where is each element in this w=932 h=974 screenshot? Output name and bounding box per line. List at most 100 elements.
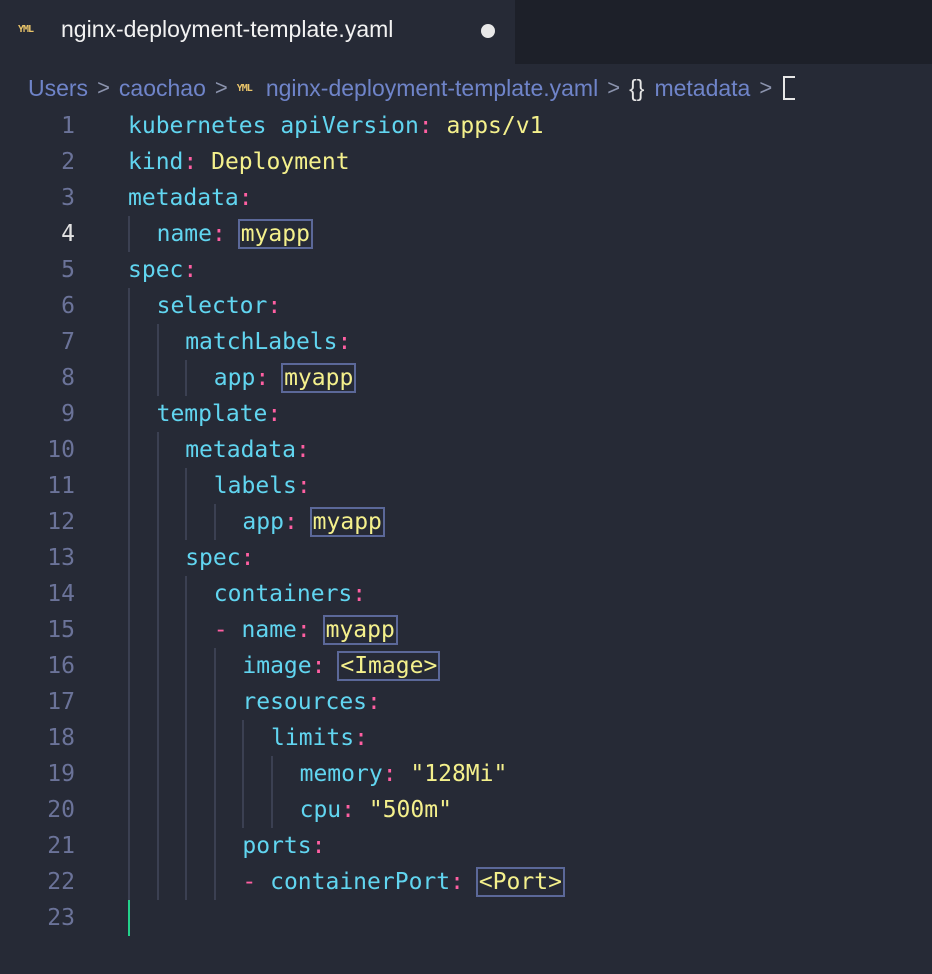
yaml-file-icon: YML [236,82,253,94]
code-line[interactable]: 9 template: [0,396,932,432]
code-line[interactable]: 1 kubernetes apiVersion: apps/v1 [0,108,932,144]
colon: : [450,869,464,895]
code-line[interactable]: 17 resources: [0,684,932,720]
code-line[interactable]: 15 - name: myapp [0,612,932,648]
indent-guide [185,468,188,504]
breadcrumb-item-users[interactable]: Users [28,75,88,102]
code-line[interactable]: 6 selector: [0,288,932,324]
colon: : [296,617,311,643]
yaml-key: image [242,653,312,679]
code-line[interactable]: 18 limits: [0,720,932,756]
code-line[interactable]: 23 [0,900,932,936]
line-number: 17 [47,689,75,715]
yaml-key: resources [242,689,368,715]
breadcrumb: Users > caochao > YML nginx-deployment-t… [28,72,796,104]
code-line[interactable]: 13 spec: [0,540,932,576]
colon: : [255,365,270,391]
highlighted-value: <Image> [337,651,441,681]
colon: : [240,545,255,571]
indent-guide [156,504,159,540]
colon: : [367,689,381,715]
colon: : [267,293,282,319]
yaml-key: spec [185,545,241,571]
indent-guide [128,468,130,504]
indent-guide [128,684,130,720]
indent-guide [242,756,245,792]
code-text: image: <Image> [242,648,441,684]
code-text: - containerPort: <Port> [242,864,565,900]
line-number: 1 [61,113,75,139]
yaml-key: cpu [299,797,342,823]
line-number: 18 [47,725,75,751]
colon: : [311,653,326,679]
code-line[interactable]: 22 - containerPort: <Port> [0,864,932,900]
code-line[interactable]: 12 app: myapp [0,504,932,540]
indent-guide [128,828,130,864]
highlighted-value: myapp [309,507,385,537]
chevron-right-icon: > [214,75,228,100]
indent-guide [128,576,130,612]
yaml-key: matchLabels [185,329,338,355]
highlighted-value: myapp [322,615,398,645]
indent-guide [213,504,216,540]
yaml-value: Deployment [211,149,350,175]
yaml-key: ports [242,833,312,859]
code-line[interactable]: 11 labels: [0,468,932,504]
line-number: 16 [47,653,75,679]
object-braces-icon: {} [629,74,645,101]
code-line[interactable]: 2 kind: Deployment [0,144,932,180]
colon: : [267,401,282,427]
indent-guide [213,864,216,900]
code-editor[interactable]: 1 kubernetes apiVersion: apps/v1 2 kind: De… [0,108,932,936]
code-line[interactable]: 16 image: <Image> [0,648,932,684]
colon: : [311,833,326,859]
breadcrumb-item-metadata[interactable]: metadata [654,75,750,102]
indent-guide [128,756,130,792]
code-text: app: myapp [242,504,385,540]
yaml-key: kind [128,149,184,175]
code-line[interactable]: 7 matchLabels: [0,324,932,360]
code-text: limits: [271,720,368,756]
tab-bar: YML nginx-deployment-template.yaml [0,0,932,64]
unsaved-dot-icon[interactable] [481,24,495,38]
editor-tab[interactable]: YML nginx-deployment-template.yaml [0,0,515,64]
indent-guide [213,720,216,756]
code-line[interactable]: 8 app: myapp [0,360,932,396]
yaml-key: template [156,401,268,427]
indent-guide [128,504,130,540]
indent-guide [156,324,159,360]
chevron-right-icon: > [97,75,110,100]
indent-guide [128,540,130,576]
code-line[interactable]: 4 name: myapp [0,216,932,252]
indent-guide [185,828,188,864]
code-line[interactable]: 10 metadata: [0,432,932,468]
code-line[interactable]: 14 containers: [0,576,932,612]
line-number: 15 [47,617,75,643]
indent-guide [185,792,188,828]
breadcrumb-item-caochao[interactable]: caochao [119,75,206,102]
indent-guide [213,684,216,720]
line-number: 23 [47,905,75,931]
code-line[interactable]: 5 spec: [0,252,932,288]
indent-guide [156,864,159,900]
yaml-key: metadata [128,185,239,211]
code-line[interactable]: 21 ports: [0,828,932,864]
code-line[interactable]: 19 memory: "128Mi" [0,756,932,792]
code-line[interactable]: 3 metadata: [0,180,932,216]
colon: : [238,185,253,211]
code-line[interactable]: 20 cpu: "500m" [0,792,932,828]
indent-guide [128,720,130,756]
indent-guide [128,648,130,684]
breadcrumb-item-file[interactable]: nginx-deployment-template.yaml [266,75,598,102]
highlighted-value: <Port> [475,867,565,897]
tab-title[interactable]: nginx-deployment-template.yaml [61,16,393,43]
colon: : [418,113,433,139]
code-text: metadata: [185,432,310,468]
yaml-value: "128Mi" [410,761,508,787]
code-text: - name: myapp [214,612,398,648]
yaml-file-icon: YML [18,24,34,35]
code-text: selector: [157,288,282,324]
indent-guide [185,360,188,396]
yaml-key: containers [213,581,353,607]
line-number: 7 [61,329,75,355]
